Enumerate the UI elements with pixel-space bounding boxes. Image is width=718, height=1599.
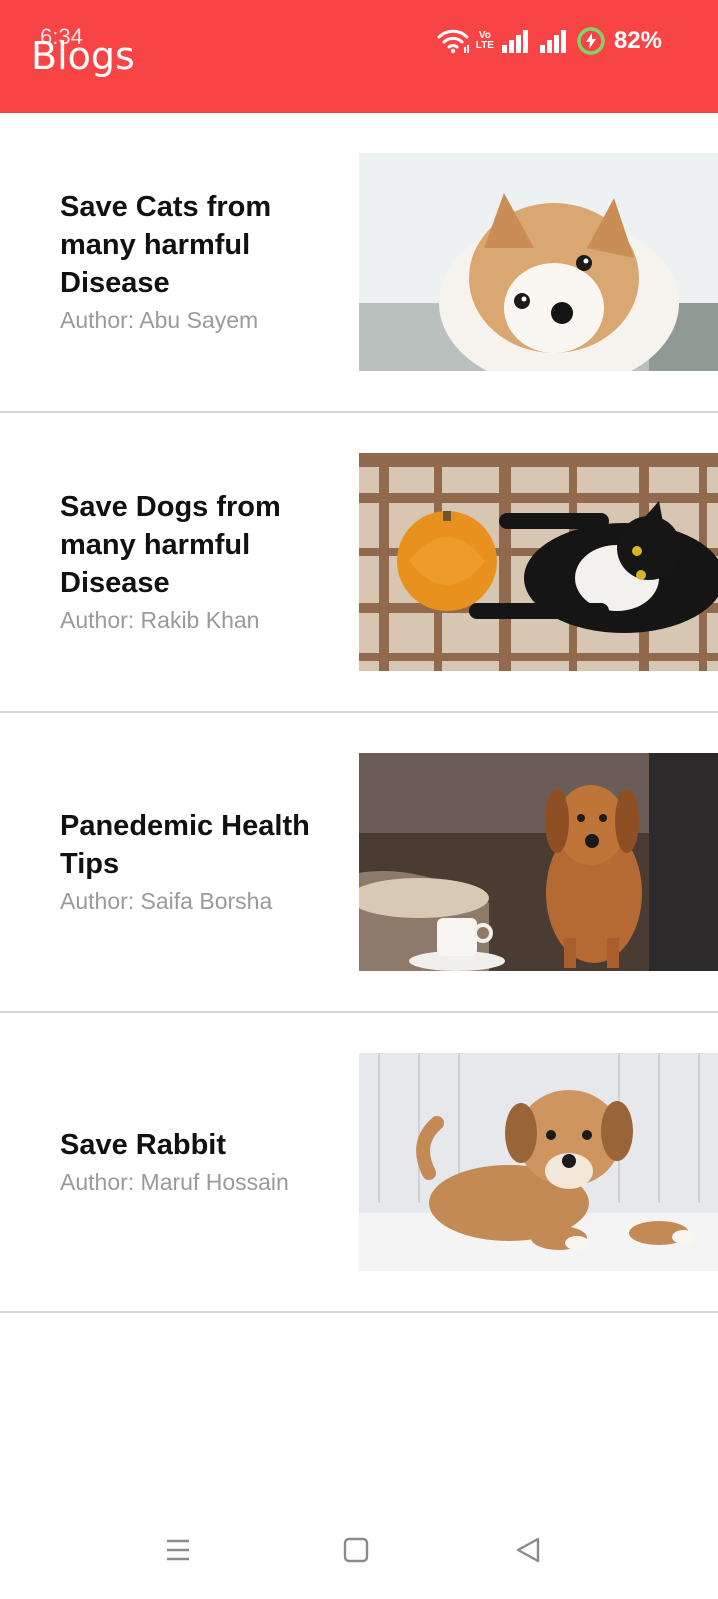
blog-list: Save Cats from many harmful Disease Auth…: [0, 113, 718, 1313]
blog-author: Author: Abu Sayem: [60, 307, 259, 333]
status-icons: Vo LTE 82%: [436, 26, 662, 56]
app-bar: Blogs 6:34 Vo LTE 82%: [0, 0, 718, 113]
cat-with-pumpkin-photo: [359, 453, 718, 671]
blog-author: Author: Saifa Borsha: [60, 888, 273, 914]
status-time: 6:34: [40, 24, 83, 49]
blog-title: Save Rabbit: [60, 1129, 226, 1161]
home-square-icon[interactable]: [336, 1530, 376, 1570]
battery-charging-icon: [576, 26, 606, 56]
volte-bottom-label: LTE: [475, 40, 494, 51]
blog-author: Author: Rakib Khan: [60, 607, 260, 633]
blog-title: Panedemic Health Tips: [60, 810, 310, 880]
blog-title: Save Dogs from many harmful Disease: [60, 491, 281, 599]
signal-icon: [500, 28, 532, 54]
blog-title: Save Cats from many harmful Disease: [60, 191, 272, 299]
blog-text: Save Rabbit Author: Maruf Hossain: [60, 1013, 340, 1311]
volte-icon: Vo LTE: [476, 31, 494, 51]
wifi-icon: [436, 28, 470, 54]
blog-text: Save Cats from many harmful Disease Auth…: [60, 113, 340, 411]
menu-icon[interactable]: [158, 1530, 198, 1570]
blog-card[interactable]: Save Rabbit Author: Maruf Hossain: [0, 1013, 718, 1313]
blog-text: Panedemic Health Tips Author: Saifa Bors…: [60, 713, 340, 1011]
dachshund-with-coffee-photo: [359, 753, 718, 971]
blog-text: Save Dogs from many harmful Disease Auth…: [60, 413, 340, 711]
blog-card[interactable]: Save Dogs from many harmful Disease Auth…: [0, 413, 718, 713]
blog-author: Author: Maruf Hossain: [60, 1169, 289, 1195]
blog-card[interactable]: Panedemic Health Tips Author: Saifa Bors…: [0, 713, 718, 1013]
battery-percent: 82%: [613, 27, 662, 54]
pomeranian-dog-photo: [359, 153, 718, 371]
signal-icon: [538, 28, 570, 54]
system-nav-bar: [0, 1500, 718, 1599]
puppy-on-blanket-photo: [359, 1053, 718, 1271]
blog-card[interactable]: Save Cats from many harmful Disease Auth…: [0, 113, 718, 413]
back-triangle-icon[interactable]: [508, 1530, 548, 1570]
